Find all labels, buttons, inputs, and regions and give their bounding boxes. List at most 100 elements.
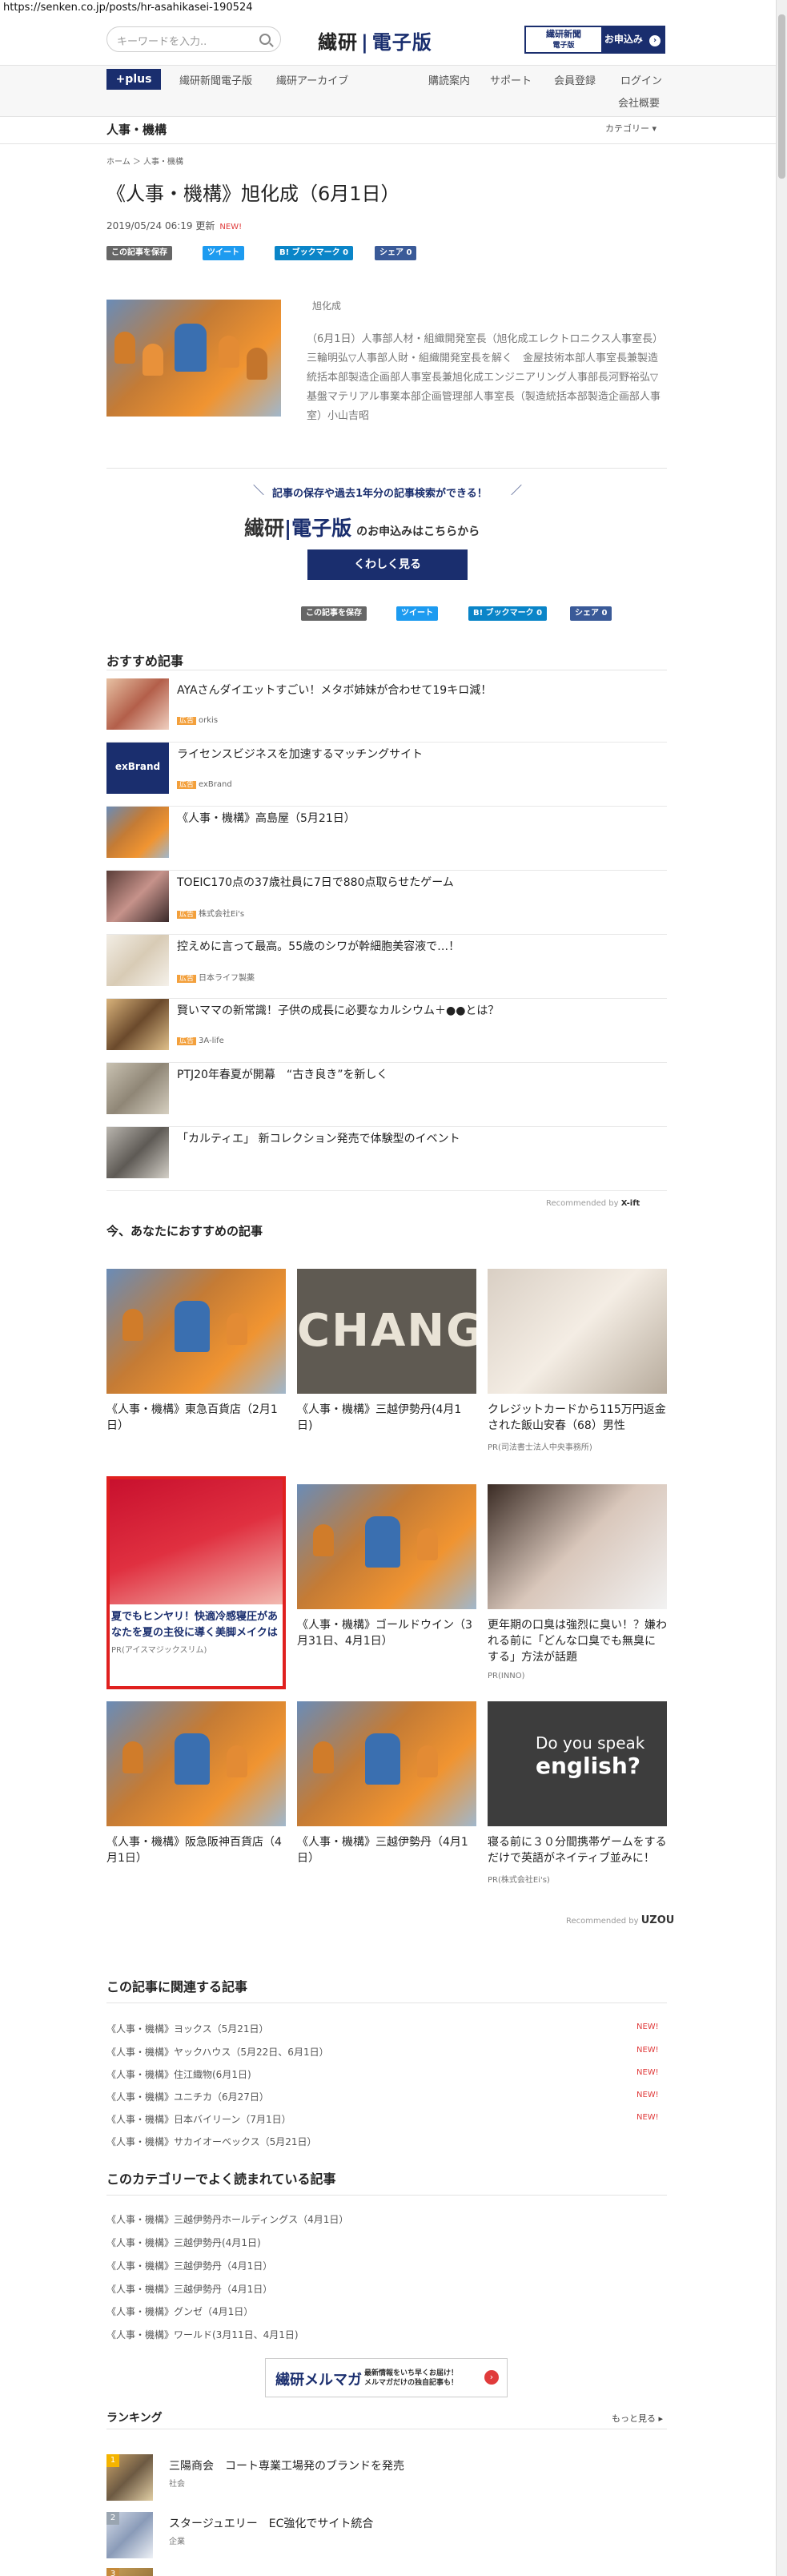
- item-title[interactable]: TOEIC170点の37歳社員に7日で880点取らせたゲーム: [177, 874, 454, 890]
- item-title[interactable]: ライセンスビジネスを加速するマッチングサイト: [177, 746, 423, 762]
- popular-item[interactable]: 《人事・機構》三越伊勢丹（4月1日）: [106, 2259, 272, 2272]
- hatena-bookmark-button-2[interactable]: B! ブックマーク 0: [468, 606, 548, 621]
- popular-item[interactable]: 《人事・機構》グンゼ（4月1日）: [106, 2304, 253, 2318]
- list-item[interactable]: TOEIC170点の37歳社員に7日で880点取らせたゲーム 広告 株式会社Ei'…: [106, 871, 667, 935]
- card-image-text2: english?: [536, 1753, 641, 1779]
- recommend-card[interactable]: 更年期の口臭は強烈に臭い！？嫌われる前に「どんな口臭でも無臭にする」方法が話題 …: [488, 1484, 667, 1680]
- popular-item[interactable]: 《人事・機構》三越伊勢丹ホールディングス（4月1日）: [106, 2212, 348, 2226]
- card-title[interactable]: 《人事・機構》阪急阪神百貨店（4月1日）: [106, 1834, 286, 1866]
- pr-tag: 広告: [177, 781, 197, 789]
- category-dropdown[interactable]: カテゴリー ▾: [605, 122, 657, 135]
- scrollbar-thumb[interactable]: [778, 14, 785, 179]
- item-title[interactable]: PTJ20年春夏が開幕 “古き良き”を新しく: [177, 1066, 387, 1082]
- search-icon[interactable]: [259, 34, 271, 45]
- site-logo[interactable]: 繊研 | 電子版: [318, 26, 432, 54]
- related-item[interactable]: 《人事・機構》日本バイリーン（7月1日）: [106, 2112, 291, 2126]
- list-item[interactable]: exBrand ライセンスビジネスを加速するマッチングサイト 広告 exBrand: [106, 743, 667, 807]
- nav-link-digital[interactable]: 繊研新聞電子版: [179, 72, 252, 87]
- plus-button[interactable]: +plus: [106, 69, 161, 90]
- recommend-card[interactable]: 《人事・機構》ゴールドウイン（3月31日、4月1日）: [297, 1484, 476, 1649]
- ranking-more-link[interactable]: もっと見る ▸: [612, 2412, 663, 2425]
- recommend-card[interactable]: 《人事・機構》三越伊勢丹（4月1日）: [297, 1701, 476, 1866]
- newspaper-link[interactable]: 繊研新聞 電子版: [526, 27, 601, 52]
- arrow-right-icon[interactable]: ›: [484, 2370, 499, 2385]
- subscribe-box[interactable]: 繊研新聞 電子版 お申込み ›: [524, 26, 665, 54]
- related-item[interactable]: 《人事・機構》住江織物(6月1日): [106, 2067, 251, 2081]
- nav-link-register[interactable]: 会員登録: [554, 72, 596, 87]
- learn-more-button[interactable]: くわしく見る: [307, 549, 468, 580]
- scrollbar[interactable]: [776, 0, 787, 2576]
- nav-link-login[interactable]: ログイン: [620, 72, 662, 87]
- recommend-card[interactable]: Do you speak english? 寝る前に３０分間携帯ゲームをするだけ…: [488, 1701, 667, 1885]
- breadcrumb[interactable]: ホーム ＞ 人事・機構: [106, 155, 183, 167]
- newsletter-title: 繊研メルマガ: [275, 2372, 362, 2389]
- card-title[interactable]: 《人事・機構》三越伊勢丹（4月1日）: [297, 1834, 476, 1866]
- card-title[interactable]: 《人事・機構》東急百貨店（2月1日）: [106, 1402, 286, 1434]
- nav-link-subscription[interactable]: 購読案内: [428, 72, 470, 87]
- recommend-card[interactable]: クレジットカードから115万円返金された飯山安春（68）男性 PR(司法書士法人…: [488, 1269, 667, 1452]
- card-title[interactable]: 夏でもヒンヤリ！快適冷感寝圧があなたを夏の主役に導く美脚メイクは: [110, 1609, 283, 1641]
- newspaper-line1: 繊研新聞: [546, 29, 581, 39]
- list-item[interactable]: 《人事・機構》高島屋（5月21日）: [106, 807, 667, 871]
- list-item[interactable]: AYAさんダイエットすごい！メタボ姉妹が合わせて19キロ減！ 広告 orkis: [106, 678, 667, 743]
- rank-number: 2: [106, 2512, 119, 2525]
- related-item[interactable]: 《人事・機構》ヨックス（5月21日）: [106, 2022, 269, 2035]
- card-title[interactable]: 更年期の口臭は強烈に臭い！？嫌われる前に「どんな口臭でも無臭にする」方法が話題: [488, 1617, 667, 1665]
- url-bar: https://senken.co.jp/posts/hr-asahikasei…: [3, 2, 253, 14]
- hatena-bookmark-button[interactable]: B! ブックマーク 0: [275, 246, 354, 260]
- card-title[interactable]: 《人事・機構》ゴールドウイン（3月31日、4月1日）: [297, 1617, 476, 1649]
- popular-item[interactable]: 《人事・機構》三越伊勢丹（4月1日）: [106, 2282, 272, 2296]
- ranking-item[interactable]: 3: [106, 2568, 667, 2576]
- ranking-title[interactable]: スタージュエリー EC強化でサイト統合: [169, 2515, 373, 2531]
- item-image: [106, 678, 169, 730]
- recommend-card[interactable]: CHANG 《人事・機構》三越伊勢丹(4月1日): [297, 1269, 476, 1434]
- card-pr: PR(司法書士法人中央事務所): [488, 1443, 592, 1452]
- subscribe-label: お申込み: [604, 34, 643, 45]
- related-item[interactable]: 《人事・機構》サカイオーベックス（5月21日）: [106, 2135, 317, 2148]
- item-title[interactable]: 控えめに言って最高。55歳のシワが幹細胞美容液で…！: [177, 938, 460, 954]
- related-item[interactable]: 《人事・機構》ユニチカ（6月27日）: [106, 2090, 269, 2103]
- nav-link-support[interactable]: サポート: [490, 72, 532, 87]
- new-badge: NEW!: [636, 2068, 659, 2077]
- recommend-card-highlighted[interactable]: 夏でもヒンヤリ！快適冷感寝圧があなたを夏の主役に導く美脚メイクは PR(アイスマ…: [106, 1476, 286, 1689]
- recommend-card[interactable]: 《人事・機構》阪急阪神百貨店（4月1日）: [106, 1701, 286, 1866]
- item-pr: 広告 3A-life: [177, 1035, 224, 1045]
- list-item[interactable]: 賢いママの新常識！子供の成長に必要なカルシウム＋●●とは？ 広告 3A-life: [106, 999, 667, 1063]
- recommend-card[interactable]: 《人事・機構》東急百貨店（2月1日）: [106, 1269, 286, 1434]
- tweet-button[interactable]: ツイート: [203, 246, 244, 260]
- item-title[interactable]: AYAさんダイエットすごい！メタボ姉妹が合わせて19キロ減！: [177, 682, 492, 698]
- nav-link-company[interactable]: 会社概要: [618, 95, 660, 110]
- ranking-item[interactable]: 1 三陽商会 コート専業工場発のブランドを発売 社会: [106, 2454, 667, 2502]
- pr-tag: 広告: [177, 717, 197, 725]
- cta-logo-small: のお申込みはこちらから: [356, 525, 480, 538]
- popular-item[interactable]: 《人事・機構》三越伊勢丹(4月1日): [106, 2236, 261, 2249]
- cta-logo-right: 電子版: [291, 517, 352, 540]
- cta-text: 記事の保存や過去1年分の記事検索ができる！: [272, 488, 488, 500]
- card-title[interactable]: クレジットカードから115万円返金された飯山安春（68）男性: [488, 1402, 667, 1434]
- list-item[interactable]: 「カルティエ」 新コレクション発売で体験型のイベント: [106, 1127, 667, 1191]
- item-title[interactable]: 賢いママの新常識！子供の成長に必要なカルシウム＋●●とは？: [177, 1002, 499, 1018]
- xift-logo: X-ift: [620, 1199, 640, 1208]
- item-title[interactable]: 《人事・機構》高島屋（5月21日）: [177, 810, 355, 826]
- search-input[interactable]: キーワードを入力..: [106, 26, 281, 52]
- subscribe-button[interactable]: お申込み ›: [601, 27, 664, 52]
- facebook-share-button[interactable]: シェア 0: [375, 246, 417, 260]
- popular-item[interactable]: 《人事・機構》ワールド(3月11日、4月1日): [106, 2328, 299, 2341]
- card-title[interactable]: 寝る前に３０分間携帯ゲームをするだけで英語がネイティブ並みに！: [488, 1834, 667, 1866]
- ranking-item[interactable]: 2 スタージュエリー EC強化でサイト統合 企業: [106, 2512, 667, 2560]
- tweet-button-2[interactable]: ツイート: [396, 606, 438, 621]
- save-article-button-2[interactable]: この記事を保存: [301, 606, 367, 621]
- nav-link-archive[interactable]: 繊研アーカイブ: [276, 72, 348, 87]
- ranking-title[interactable]: 三陽商会 コート専業工場発のブランドを発売: [169, 2457, 404, 2473]
- card-image: Do you speak english?: [488, 1701, 667, 1826]
- newsletter-line1: 最新情報をいち早くお届け！: [364, 2369, 459, 2377]
- list-item[interactable]: PTJ20年春夏が開幕 “古き良き”を新しく: [106, 1063, 667, 1127]
- card-title[interactable]: 《人事・機構》三越伊勢丹(4月1日): [297, 1402, 476, 1434]
- related-item[interactable]: 《人事・機構》ヤックハウス（5月22日、6月1日）: [106, 2045, 329, 2059]
- item-title[interactable]: 「カルティエ」 新コレクション発売で体験型のイベント: [177, 1130, 460, 1146]
- rank-number: 1: [106, 2454, 119, 2467]
- save-article-button[interactable]: この記事を保存: [106, 246, 172, 260]
- newsletter-banner[interactable]: 繊研メルマガ 最新情報をいち早くお届け！ メルマガだけの独自記事も！ ›: [265, 2358, 508, 2397]
- list-item[interactable]: 控えめに言って最高。55歳のシワが幹細胞美容液で…！ 広告 日本ライフ製薬: [106, 935, 667, 999]
- facebook-share-button-2[interactable]: シェア 0: [570, 606, 612, 621]
